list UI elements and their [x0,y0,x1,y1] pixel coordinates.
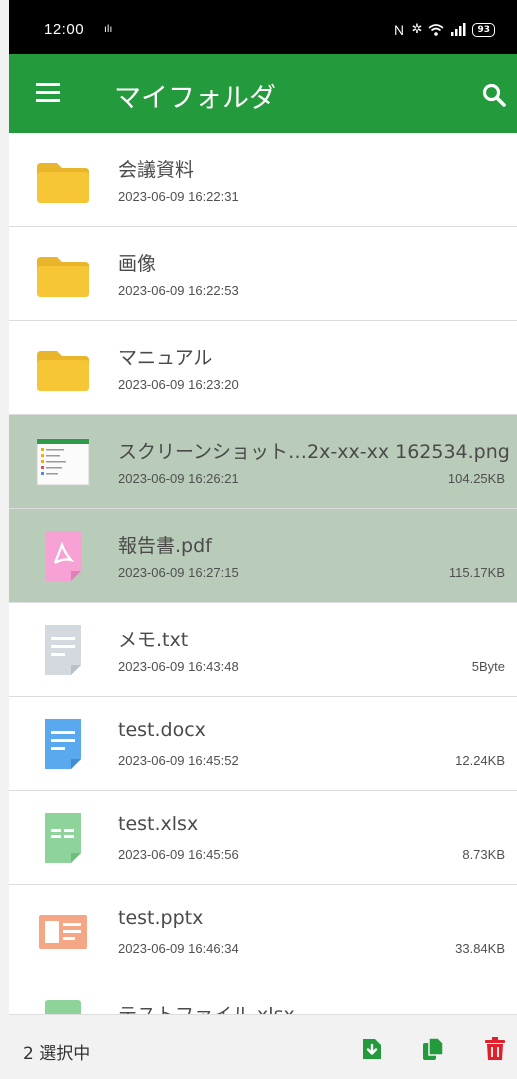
network-activity-icon: ılı [104,24,113,35]
file-size: 115.17KB [448,565,505,580]
download-icon[interactable] [361,1037,383,1061]
file-name: test.docx [118,719,206,741]
file-name: test.xlsx [118,813,199,835]
xlsx-file-icon [35,809,91,869]
file-date: 2023-06-09 16:27:15 [118,565,239,580]
file-name: test.pptx [118,907,204,929]
file-date: 2023-06-09 16:22:53 [118,283,239,298]
wifi-icon [428,23,444,36]
image-thumbnail [35,433,91,493]
list-item[interactable]: スクリーンショット…2x-xx-xx 162534.png 2023-06-09 … [9,415,517,509]
app-bar: マイフォルダ [9,54,517,133]
list-item[interactable]: test.pptx 2023-06-09 16:46:34 33.84KB [9,885,517,979]
file-name: マニュアル [118,347,213,369]
search-icon[interactable] [481,82,507,108]
list-item[interactable]: 画像 2023-06-09 16:22:53 [9,227,517,321]
list-item[interactable]: メモ.txt 2023-06-09 16:43:48 5Byte [9,603,517,697]
file-size: 33.84KB [455,941,505,956]
file-date: 2023-06-09 16:43:48 [118,659,239,674]
file-size: 5Byte [471,659,505,674]
list-item-partial[interactable]: テストファイル.xlsx [9,978,517,1014]
file-size: 12.24KB [455,753,505,768]
list-item[interactable]: マニュアル 2023-06-09 16:23:20 [9,321,517,415]
menu-icon[interactable] [36,83,60,103]
list-item[interactable]: 会議資料 2023-06-09 16:22:31 [9,133,517,227]
list-item[interactable]: 報告書.pdf 2023-06-09 16:27:15 115.17KB [9,509,517,603]
xlsx-file-icon [45,1000,81,1014]
file-name: 会議資料 [118,159,195,181]
nfc-icon: Ｎ [392,24,406,39]
selection-count: 2 選択中 [23,1044,91,1064]
battery-icon: 93 [472,22,495,37]
file-list: 会議資料 2023-06-09 16:22:31 画像 2023-06-09 16:2… [9,133,517,979]
page-title: マイフォルダ [114,83,276,114]
file-date: 2023-06-09 16:45:56 [118,847,239,862]
vibrate-icon: ✲ [411,22,423,37]
status-right-icons: Ｎ ✲ 93 [393,20,495,39]
file-name: 画像 [118,253,157,275]
status-bar: 12:00 ılı Ｎ ✲ 93 [9,0,517,54]
selection-action-bar: 2 選択中 [9,1014,517,1079]
screen: 12:00 ılı Ｎ ✲ 93 マイフォルダ 会議資料 2023-06-09 … [0,0,517,1079]
file-name: 報告書.pdf [118,535,212,557]
file-date: 2023-06-09 16:23:20 [118,377,239,392]
txt-file-icon [35,621,91,681]
file-date: 2023-06-09 16:45:52 [118,753,239,768]
file-size: 8.73KB [462,847,505,862]
delete-icon[interactable] [484,1037,506,1061]
list-item[interactable]: test.xlsx 2023-06-09 16:45:56 8.73KB [9,791,517,885]
cell-signal-icon [451,23,466,36]
folder-icon [35,245,91,305]
file-date: 2023-06-09 16:22:31 [118,189,239,204]
pptx-file-icon [35,903,91,963]
docx-file-icon [35,715,91,775]
file-size: 104.25KB [447,471,505,486]
copy-icon[interactable] [422,1037,444,1061]
file-date: 2023-06-09 16:26:21 [118,471,239,486]
file-name: スクリーンショット…2x-xx-xx 162534.png [118,441,510,463]
folder-icon [35,151,91,211]
pdf-file-icon [35,527,91,587]
file-name: テストファイル.xlsx [118,1000,295,1014]
status-time: 12:00 [44,21,85,38]
file-name: メモ.txt [118,629,189,651]
list-item[interactable]: test.docx 2023-06-09 16:45:52 12.24KB [9,697,517,791]
folder-icon [35,339,91,399]
file-date: 2023-06-09 16:46:34 [118,941,239,956]
